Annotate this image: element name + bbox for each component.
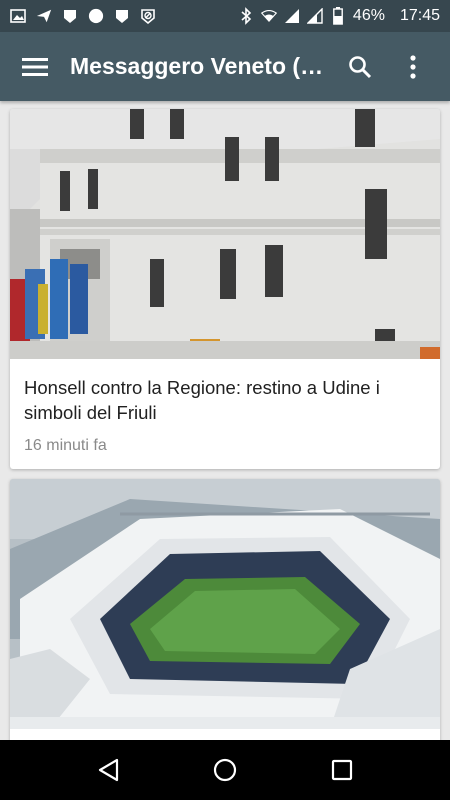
article-image: [10, 109, 440, 359]
image-notification-icon: [10, 8, 26, 24]
shield-notification-icon: [62, 8, 78, 24]
signal-icon: [306, 8, 323, 24]
recents-square-icon: [331, 759, 352, 781]
clock: 17:45: [399, 7, 440, 24]
article-feed[interactable]: Honsell contro la Regione: restino a Udi…: [0, 101, 450, 740]
article-card[interactable]: [10, 479, 440, 740]
send-notification-icon: [36, 8, 52, 24]
article-image: [10, 479, 440, 729]
back-button[interactable]: [78, 740, 138, 800]
status-bar: 46% 17:45: [0, 0, 450, 32]
system-navigation-bar: [0, 740, 450, 800]
home-circle-icon: [213, 758, 237, 782]
shield-notification-icon: [114, 8, 130, 24]
home-button[interactable]: [195, 740, 255, 800]
menu-button[interactable]: [0, 32, 70, 101]
article-card[interactable]: Honsell contro la Regione: restino a Udi…: [10, 109, 440, 469]
search-button[interactable]: [335, 32, 385, 101]
overflow-menu-button[interactable]: [385, 32, 440, 101]
hamburger-menu-icon: [22, 57, 48, 76]
bluetooth-icon: [238, 7, 254, 25]
wifi-icon: [260, 8, 277, 24]
article-title[interactable]: Honsell contro la Regione: restino a Udi…: [24, 375, 426, 425]
back-triangle-icon: [99, 758, 119, 782]
search-icon: [349, 55, 372, 78]
signal-icon: [284, 8, 300, 24]
more-vert-icon: [409, 54, 416, 79]
app-title: Messaggero Veneto (…: [70, 53, 324, 79]
article-time: 16 minuti fa: [24, 437, 107, 454]
blocked-notification-icon: [140, 8, 156, 24]
recents-button[interactable]: [312, 740, 372, 800]
battery-icon: [330, 7, 346, 25]
battery-percent: 46%: [352, 7, 385, 24]
app-bar: Messaggero Veneto (…: [0, 32, 450, 101]
circle-notification-icon: [88, 8, 104, 24]
